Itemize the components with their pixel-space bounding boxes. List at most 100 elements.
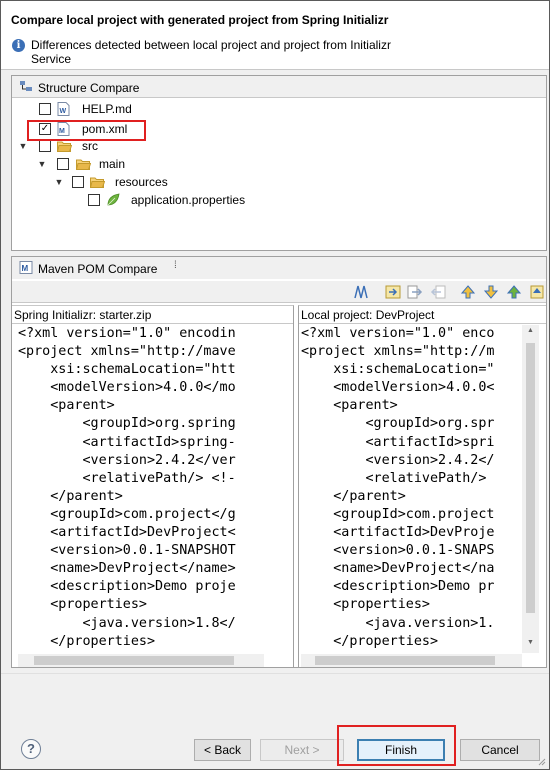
- code-line: <?xml version="1.0" encodin: [18, 326, 236, 341]
- header-divider: [1, 69, 549, 70]
- pane-title-divider: [12, 323, 293, 324]
- back-button[interactable]: < Back: [194, 739, 251, 761]
- next-change-icon[interactable]: [506, 284, 522, 300]
- left-compare-pane: Spring Initializr: starter.zip <?xml ver…: [12, 305, 294, 667]
- code-line: <version>0.0.1-SNAPSHOT: [18, 543, 236, 559]
- copy-change-left-to-right-icon[interactable]: [407, 284, 423, 300]
- code-line: <project xmlns="http://mave: [18, 344, 236, 360]
- tree-checkbox[interactable]: [72, 176, 84, 188]
- info-icon: i: [12, 39, 25, 52]
- left-code-editor[interactable]: <?xml version="1.0" encodin <project xmln…: [18, 325, 264, 655]
- code-line: <modelVersion>4.0.0</mo: [18, 380, 236, 396]
- folder-icon: [57, 141, 72, 152]
- tree-item-label: main: [99, 157, 126, 171]
- previous-difference-icon[interactable]: [483, 284, 499, 300]
- scrollbar-thumb[interactable]: [315, 656, 495, 665]
- code-line: xsi:schemaLocation="htt: [18, 362, 236, 378]
- code-line: <groupId>com.project: [301, 506, 495, 522]
- code-line: <groupId>org.spr: [301, 416, 495, 432]
- structure-compare-panel: Structure Compare W HELP.md ✓ M pom.xml …: [11, 75, 547, 251]
- code-line: <name>DevProject</na: [301, 561, 495, 577]
- code-line: <relativePath/>: [301, 470, 487, 486]
- tree-item-resources[interactable]: ▼ resources: [12, 173, 312, 191]
- code-line: xsi:schemaLocation=": [301, 362, 495, 378]
- scroll-down-arrow-icon[interactable]: ▼: [522, 639, 539, 646]
- ancestor-pane-icon[interactable]: [353, 284, 369, 300]
- copy-all-left-to-right-icon[interactable]: [385, 284, 401, 300]
- code-line: <artifactId>DevProject<: [18, 525, 236, 541]
- right-horizontal-scrollbar[interactable]: [301, 654, 522, 667]
- code-line: <relativePath/> <!-: [18, 470, 236, 486]
- scrollbar-thumb[interactable]: [34, 656, 234, 665]
- code-line: <groupId>com.project</g: [18, 506, 236, 522]
- dialog-header: Compare local project with generated pro…: [1, 1, 549, 69]
- right-code-editor[interactable]: <?xml version="1.0" enco <project xmlns="…: [301, 325, 519, 655]
- spring-leaf-icon: [107, 193, 120, 206]
- pom-xml-highlight-box: [27, 120, 146, 141]
- code-line: <version>2.4.2</: [301, 452, 495, 468]
- maven-pom-compare-panel: M Maven POM Compare ⁞ Spring Initializr:…: [11, 256, 547, 668]
- code-line: </parent>: [18, 488, 123, 504]
- tree-checkbox[interactable]: [39, 103, 51, 115]
- tree-item-label: HELP.md: [82, 102, 132, 116]
- collapse-chevron-icon[interactable]: ▼: [54, 173, 64, 191]
- resize-grip-icon[interactable]: [538, 758, 546, 766]
- code-line: <modelVersion>4.0.0<: [301, 380, 495, 396]
- code-line: </properties>: [18, 633, 156, 649]
- code-line: <name>DevProject</name>: [18, 561, 236, 577]
- code-line: <description>Demo proje: [18, 579, 236, 595]
- previous-change-icon[interactable]: [529, 284, 545, 300]
- maven-pom-compare-title: Maven POM Compare: [38, 262, 158, 276]
- scrollbar-thumb[interactable]: [526, 343, 535, 613]
- right-pane-title: Local project: DevProject: [301, 308, 435, 322]
- left-pane-title: Spring Initializr: starter.zip: [14, 308, 152, 322]
- tree-item-main[interactable]: ▼ main: [12, 155, 312, 173]
- code-line: <artifactId>spri: [301, 434, 495, 450]
- code-line: <project xmlns="http://m: [301, 344, 495, 360]
- code-line: </properties>: [301, 633, 439, 649]
- right-compare-pane: Local project: DevProject <?xml version=…: [298, 305, 546, 667]
- dialog-title: Compare local project with generated pro…: [11, 13, 389, 27]
- code-line: <parent>: [18, 398, 115, 414]
- left-horizontal-scrollbar[interactable]: [18, 654, 264, 667]
- code-line: <parent>: [301, 398, 398, 414]
- tree-item-help-md[interactable]: W HELP.md: [12, 100, 312, 118]
- tree-item-label: application.properties: [131, 193, 246, 207]
- compare-dialog: Compare local project with generated pro…: [0, 0, 550, 770]
- code-line: <groupId>org.spring: [18, 416, 236, 432]
- code-line: <java.version>1.: [301, 615, 495, 631]
- code-line: <properties>: [301, 597, 430, 613]
- sash-handle-icon[interactable]: ⁞: [174, 260, 177, 271]
- markdown-file-icon: W: [57, 102, 70, 116]
- maven-pom-compare-header: M Maven POM Compare ⁞: [12, 257, 546, 279]
- code-line: <java.version>1.8</: [18, 615, 236, 631]
- tree-checkbox[interactable]: [57, 158, 69, 170]
- next-difference-icon[interactable]: [460, 284, 476, 300]
- structure-compare-title: Structure Compare: [38, 81, 140, 95]
- cancel-button[interactable]: Cancel: [460, 739, 540, 761]
- code-line: <properties>: [18, 597, 147, 613]
- structure-compare-icon: [20, 81, 32, 91]
- code-line: <version>2.4.2</ver: [18, 452, 236, 468]
- code-line: </parent>: [301, 488, 406, 504]
- tree-checkbox[interactable]: [88, 194, 100, 206]
- button-bar-divider: [1, 673, 549, 674]
- help-button[interactable]: ?: [21, 739, 41, 759]
- finish-highlight-box: [337, 725, 456, 766]
- next-button[interactable]: Next >: [260, 739, 344, 761]
- tree-checkbox[interactable]: [39, 140, 51, 152]
- code-line: <version>0.0.1-SNAPS: [301, 543, 495, 559]
- tree-item-label: resources: [115, 175, 168, 189]
- tree-item-application-properties[interactable]: application.properties: [12, 191, 312, 209]
- copy-change-right-to-left-icon[interactable]: [430, 284, 446, 300]
- compare-toolbar: [12, 281, 546, 303]
- right-vertical-scrollbar[interactable]: ▲ ▼: [522, 325, 539, 653]
- structure-compare-header: Structure Compare: [12, 76, 546, 98]
- scroll-up-arrow-icon[interactable]: ▲: [522, 327, 539, 334]
- dialog-message: Differences detected between local proje…: [31, 38, 391, 66]
- pane-title-divider: [299, 323, 546, 324]
- svg-text:M: M: [22, 264, 29, 273]
- folder-icon: [90, 177, 105, 188]
- code-line: <artifactId>DevProje: [301, 525, 495, 541]
- collapse-chevron-icon[interactable]: ▼: [37, 155, 47, 173]
